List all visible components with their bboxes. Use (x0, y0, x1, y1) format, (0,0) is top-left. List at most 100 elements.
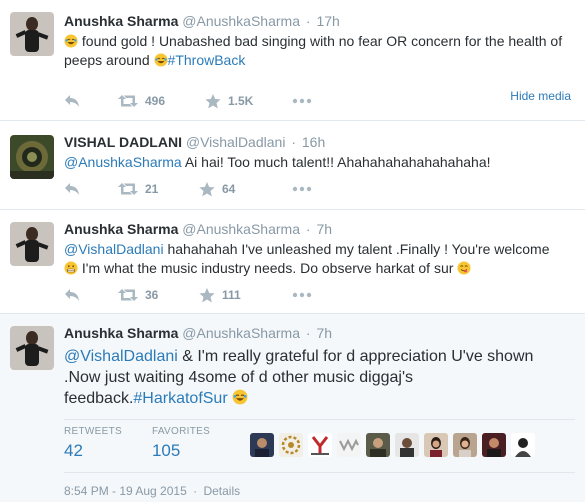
favorite-count: 64 (222, 182, 236, 196)
grimace-emoji-icon (64, 261, 78, 275)
more-dots-icon (292, 186, 312, 192)
tweet-time[interactable]: 16h (302, 134, 325, 150)
separator-dot: · (305, 325, 311, 341)
favorite-button[interactable]: 111 (199, 287, 292, 303)
favoriter-avatars (250, 433, 536, 457)
tweet-text: @AnushkaSharma Ai hai! Too much talent!!… (64, 153, 575, 172)
favorites-stat-label: FAVORITES (151, 426, 211, 437)
retweet-count: 21 (145, 182, 159, 196)
tweet-actions: 21 64 (64, 180, 312, 198)
tweet-anushka-reply[interactable]: Anushka Sharma @AnushkaSharma · 7h @Vish… (0, 210, 585, 314)
retweet-icon (118, 289, 138, 301)
star-icon (205, 93, 221, 108)
mention-link[interactable]: @VishalDadlani (64, 241, 164, 257)
favorite-count: 1.5K (228, 94, 254, 108)
laughing-emoji-icon (154, 53, 168, 67)
reply-icon (65, 289, 79, 301)
tweet-text: found gold ! Unabashed bad singing with … (64, 32, 575, 70)
mention-link[interactable]: @VishalDadlani (64, 348, 178, 365)
tweet-anushka-throwback[interactable]: Anushka Sharma @AnushkaSharma · 17h foun… (0, 0, 585, 121)
tweet-stats: RETWEETS 42 FAVORITES 105 (64, 426, 536, 461)
tweet-content: Anushka Sharma @AnushkaSharma · 7h @Vish… (64, 324, 575, 409)
stats-divider-top (64, 419, 575, 420)
laughing-emoji-icon (232, 389, 248, 405)
tweet-content: Anushka Sharma @AnushkaSharma · 7h @Vish… (64, 220, 575, 278)
reply-icon (65, 95, 79, 107)
avatar[interactable] (10, 135, 54, 179)
tweet-text: @VishalDadlani hahahahah I've unleashed … (64, 240, 575, 278)
favoriter-avatar[interactable] (366, 433, 391, 457)
tweet-time[interactable]: 7h (316, 325, 332, 341)
username[interactable]: @AnushkaSharma (182, 13, 300, 29)
username[interactable]: @VishalDadlani (186, 134, 286, 150)
retweet-button[interactable]: 496 (118, 94, 205, 108)
separator-dot: · (305, 13, 311, 29)
tweet-header: Anushka Sharma @AnushkaSharma · 7h (64, 220, 575, 238)
retweet-button[interactable]: 21 (118, 182, 199, 196)
favoriter-avatar[interactable] (482, 433, 507, 457)
tweet-content: VISHAL DADLANI @VishalDadlani · 16h @Anu… (64, 133, 575, 172)
tweet-text-line-1: hahahahah I've unleashed my talent .Fina… (163, 241, 550, 257)
display-name[interactable]: VISHAL DADLANI (64, 134, 182, 150)
footer-separator: · (193, 484, 198, 498)
favoriter-avatar[interactable] (395, 433, 420, 457)
favorite-button[interactable]: 1.5K (205, 93, 292, 109)
tweet-text: @VishalDadlani & I'm really grateful for… (64, 346, 575, 409)
retweet-count: 36 (145, 288, 159, 302)
reply-button[interactable] (64, 288, 118, 302)
tweet-anushka-expanded[interactable]: Anushka Sharma @AnushkaSharma · 7h @Vish… (0, 314, 585, 502)
more-dots-icon (292, 292, 312, 298)
hashtag-link[interactable]: #HarkatofSur (133, 390, 227, 407)
username[interactable]: @AnushkaSharma (182, 221, 300, 237)
retweets-stat-value: 42 (64, 441, 83, 460)
reply-button[interactable] (64, 94, 118, 108)
tweet-vishal-reply[interactable]: VISHAL DADLANI @VishalDadlani · 16h @Anu… (0, 121, 585, 210)
avatar[interactable] (10, 12, 54, 56)
favoriter-avatar[interactable] (424, 433, 449, 457)
tweet-content: Anushka Sharma @AnushkaSharma · 17h foun… (64, 12, 575, 70)
display-name[interactable]: Anushka Sharma (64, 221, 178, 237)
avatar[interactable] (10, 326, 54, 370)
stats-divider-bottom (64, 472, 575, 473)
more-button[interactable] (292, 292, 312, 298)
retweet-count: 496 (145, 94, 166, 108)
tweet-timestamp[interactable]: 8:54 PM - 19 Aug 2015 (64, 484, 187, 498)
separator-dot: · (291, 134, 296, 150)
more-button[interactable] (292, 186, 312, 192)
display-name[interactable]: Anushka Sharma (64, 13, 178, 29)
tweet-header: VISHAL DADLANI @VishalDadlani · 16h (64, 133, 575, 151)
hide-media-link[interactable]: Hide media (510, 89, 571, 103)
hashtag-link[interactable]: #ThrowBack (168, 52, 246, 68)
favorites-stat-value: 105 (151, 441, 181, 460)
favoriter-avatar[interactable] (279, 433, 304, 457)
favoriter-avatar[interactable] (308, 433, 333, 457)
tweet-timeline: Anushka Sharma @AnushkaSharma · 17h foun… (0, 0, 585, 502)
favorite-count: 111 (222, 288, 241, 302)
tweet-header: Anushka Sharma @AnushkaSharma · 7h (64, 324, 575, 342)
tweet-time[interactable]: 7h (316, 221, 332, 237)
retweets-stat[interactable]: RETWEETS 42 (64, 426, 122, 461)
reply-button[interactable] (64, 182, 118, 196)
favorites-stat[interactable]: FAVORITES 105 (152, 426, 210, 461)
favoriter-avatar[interactable] (453, 433, 478, 457)
avatar[interactable] (10, 222, 54, 266)
star-icon (199, 287, 215, 302)
display-name[interactable]: Anushka Sharma (64, 325, 178, 341)
tweet-time[interactable]: 17h (316, 13, 339, 29)
favoriter-avatar[interactable] (250, 433, 275, 457)
tweet-footer: 8:54 PM - 19 Aug 2015 · Details (64, 484, 240, 498)
favoriter-avatar[interactable] (337, 433, 362, 457)
tweet-text-body: Ai hai! Too much talent!! Ahahahahahahah… (181, 154, 491, 170)
laughing-emoji-icon (64, 34, 78, 48)
favorite-button[interactable]: 64 (199, 181, 292, 197)
retweet-button[interactable]: 36 (118, 288, 199, 302)
mention-link[interactable]: @AnushkaSharma (64, 154, 182, 170)
details-link[interactable]: Details (203, 484, 240, 498)
favoriter-avatar[interactable] (511, 433, 536, 457)
tweet-actions: 36 111 (64, 286, 312, 304)
retweets-stat-label: RETWEETS (64, 426, 122, 437)
username[interactable]: @AnushkaSharma (182, 325, 300, 341)
more-button[interactable] (292, 98, 312, 104)
retweet-icon (118, 95, 138, 107)
tweet-actions: 496 1.5K (64, 92, 312, 110)
